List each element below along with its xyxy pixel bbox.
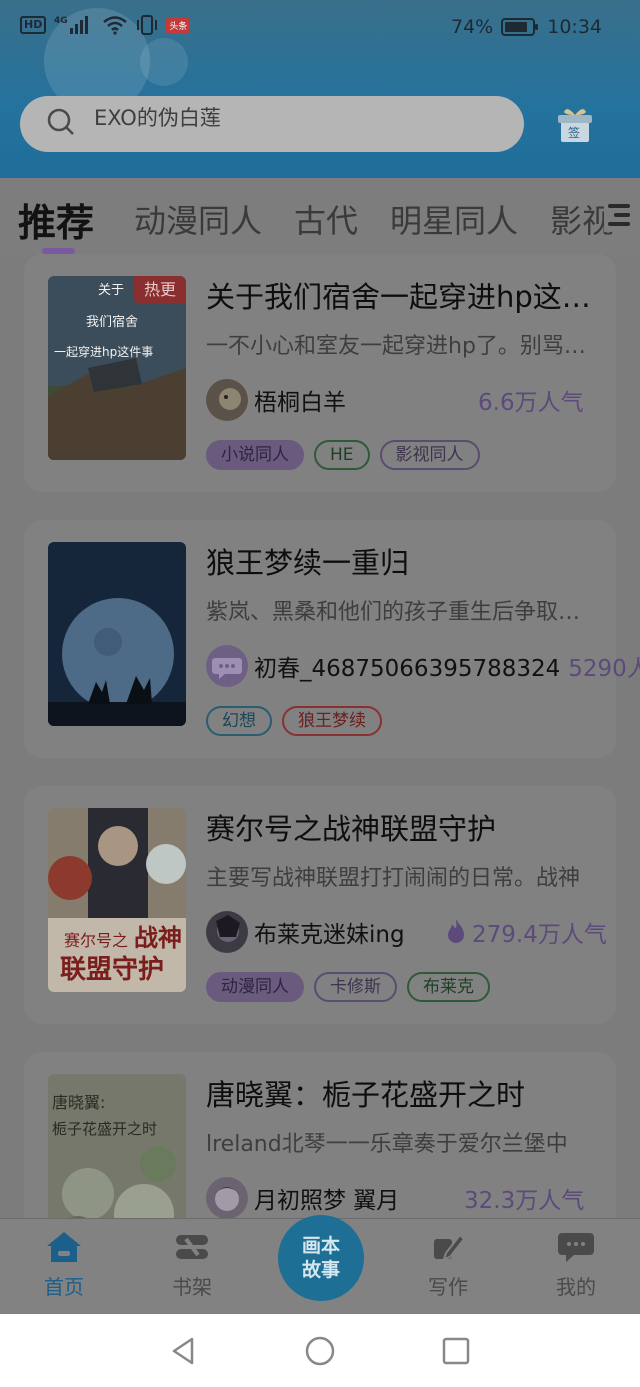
popularity-count: 6.6万人气 (478, 390, 584, 416)
status-bar: HD 4G 头条 74% 10:34 (0, 0, 640, 56)
svg-text:4G: 4G (54, 16, 68, 26)
tab-anime-fanfic[interactable]: 动漫同人 (134, 196, 262, 242)
story-cover: 赛尔号之 战神 联盟守护 (48, 808, 186, 992)
story-card[interactable]: 唐晓翼: 栀子花盛开之时 唐晓翼：栀子花盛开之时 lreland北琴一一乐章奏于… (24, 1052, 616, 1218)
signal-icon: 4G (54, 14, 94, 36)
chat-bubble-icon (556, 1229, 596, 1265)
story-title: 赛尔号之战神联盟守护 (206, 812, 497, 846)
tag[interactable]: 小说同人 (206, 440, 304, 470)
bookshelf-icon (172, 1229, 212, 1265)
story-title: 唐晓翼：栀子花盛开之时 (206, 1078, 526, 1112)
back-icon[interactable] (168, 1336, 198, 1366)
nav-write-label: 写作 (428, 1275, 468, 1299)
recent-apps-icon[interactable] (441, 1336, 471, 1366)
story-cover (48, 542, 186, 726)
nav-me[interactable]: 我的 (536, 1229, 616, 1300)
tag[interactable]: 狼王梦续 (282, 706, 382, 736)
search-icon (46, 107, 76, 141)
picture-story-button[interactable]: 画本 故事 (278, 1215, 364, 1301)
vibrate-icon (136, 14, 158, 36)
nav-home-label: 首页 (44, 1275, 84, 1299)
nav-bookshelf-label: 书架 (172, 1275, 212, 1299)
svg-text:一起穿进hp这件事: 一起穿进hp这件事 (54, 344, 153, 359)
story-description: 一不小心和室友一起穿进hp了。别骂了别骂了 (206, 334, 602, 359)
author-avatar (206, 379, 248, 421)
story-title: 狼王梦续一重归 (206, 546, 410, 580)
category-tabs: 推荐 动漫同人 古代 明星同人 影视 (0, 178, 640, 254)
tag-list: 动漫同人 卡修斯 布莱克 (206, 972, 490, 1002)
author-avatar (206, 1177, 248, 1218)
svg-text:关于: 关于 (98, 283, 124, 298)
svg-text:签: 签 (568, 125, 580, 140)
search-input[interactable]: EXO的伪白莲 (94, 102, 221, 132)
popularity-count: 279.4万人气 (472, 922, 607, 948)
svg-text:栀子花盛开之时: 栀子花盛开之时 (52, 1120, 157, 1138)
wifi-icon (102, 14, 128, 36)
svg-text:战神: 战神 (134, 924, 182, 952)
tag[interactable]: 影视同人 (379, 440, 480, 470)
hot-update-badge: 热更 (134, 276, 186, 304)
nav-me-label: 我的 (556, 1275, 596, 1299)
tag[interactable]: HE (314, 440, 370, 470)
tag-list: 小说同人 HE 影视同人 (206, 440, 480, 470)
picture-story-label-2: 故事 (301, 1259, 340, 1281)
nav-bookshelf[interactable]: 书架 (152, 1229, 232, 1300)
tag[interactable]: 卡修斯 (314, 972, 397, 1002)
author-name: 梧桐白羊 (254, 390, 346, 416)
system-navigation-bar (0, 1314, 640, 1387)
author-avatar (206, 645, 248, 687)
battery-percent: 74% (451, 16, 494, 38)
story-cover: 唐晓翼: 栀子花盛开之时 (48, 1074, 186, 1218)
clock: 10:34 (547, 16, 602, 38)
tag-list: 幻想 狼王梦续 (206, 706, 382, 736)
popularity-count: 32.3万人气 (464, 1188, 585, 1214)
story-description: 主要写战神联盟打打闹闹的日常。战神 (206, 866, 581, 891)
popularity-count: 5290人气 (568, 656, 640, 682)
story-description: lreland北琴一一乐章奏于爱尔兰堡中 (206, 1132, 568, 1157)
author-name: 月初照梦 翼月 (254, 1188, 400, 1214)
tag[interactable]: 布莱克 (407, 972, 490, 1002)
story-feed: 关于 我们宿舍 一起穿进hp这件事 热更 关于我们宿舍一起穿进hp这件事 一不小… (0, 254, 640, 1218)
home-circle-icon[interactable] (305, 1336, 335, 1366)
nav-home[interactable]: 首页 (24, 1229, 104, 1300)
pencil-icon (428, 1229, 468, 1265)
header: HD 4G 头条 74% 10:34 EXO的伪白莲 签 (0, 0, 640, 178)
story-description: 紫岚、黑桑和他们的孩子重生后争取改变命运 (206, 600, 602, 625)
battery-icon (501, 18, 539, 36)
tab-celebrity-fanfic[interactable]: 明星同人 (390, 196, 518, 242)
tag[interactable]: 动漫同人 (206, 972, 304, 1002)
search-bar[interactable]: EXO的伪白莲 (20, 96, 524, 152)
hd-icon: HD (20, 16, 47, 34)
svg-text:联盟守护: 联盟守护 (60, 954, 164, 985)
svg-text:唐晓翼:: 唐晓翼: (52, 1093, 105, 1112)
nav-write[interactable]: 写作 (408, 1229, 488, 1300)
author-name: 初春_46875066395788324 (254, 656, 561, 682)
story-title: 关于我们宿舍一起穿进hp这件事 (206, 280, 602, 314)
story-cover: 关于 我们宿舍 一起穿进hp这件事 热更 (48, 276, 186, 460)
daily-sign-icon[interactable]: 签 (554, 104, 596, 146)
flame-icon (446, 918, 466, 948)
story-card[interactable]: 狼王梦续一重归 紫岚、黑桑和他们的孩子重生后争取改变命运 初春_46875066… (24, 520, 640, 758)
home-icon (44, 1229, 84, 1265)
tab-ancient[interactable]: 古代 (294, 196, 358, 242)
author-avatar (206, 911, 248, 953)
tab-recommend[interactable]: 推荐 (18, 192, 94, 247)
bottom-navigation: 首页 书架 画本 故事 写作 我的 (0, 1215, 640, 1314)
story-card[interactable]: 赛尔号之 战神 联盟守护 赛尔号之战神联盟守护 主要写战神联盟打打闹闹的日常。战… (24, 786, 616, 1024)
picture-story-label-1: 画本 (301, 1235, 340, 1257)
tag[interactable]: 幻想 (206, 706, 272, 736)
story-card[interactable]: 关于 我们宿舍 一起穿进hp这件事 热更 关于我们宿舍一起穿进hp这件事 一不小… (24, 254, 616, 492)
svg-text:我们宿舍: 我们宿舍 (86, 314, 138, 330)
svg-text:赛尔号之: 赛尔号之 (64, 931, 128, 950)
news-app-icon: 头条 (166, 16, 191, 34)
author-name: 布莱克迷妹ing (254, 922, 405, 948)
category-menu-icon[interactable] (604, 198, 634, 232)
